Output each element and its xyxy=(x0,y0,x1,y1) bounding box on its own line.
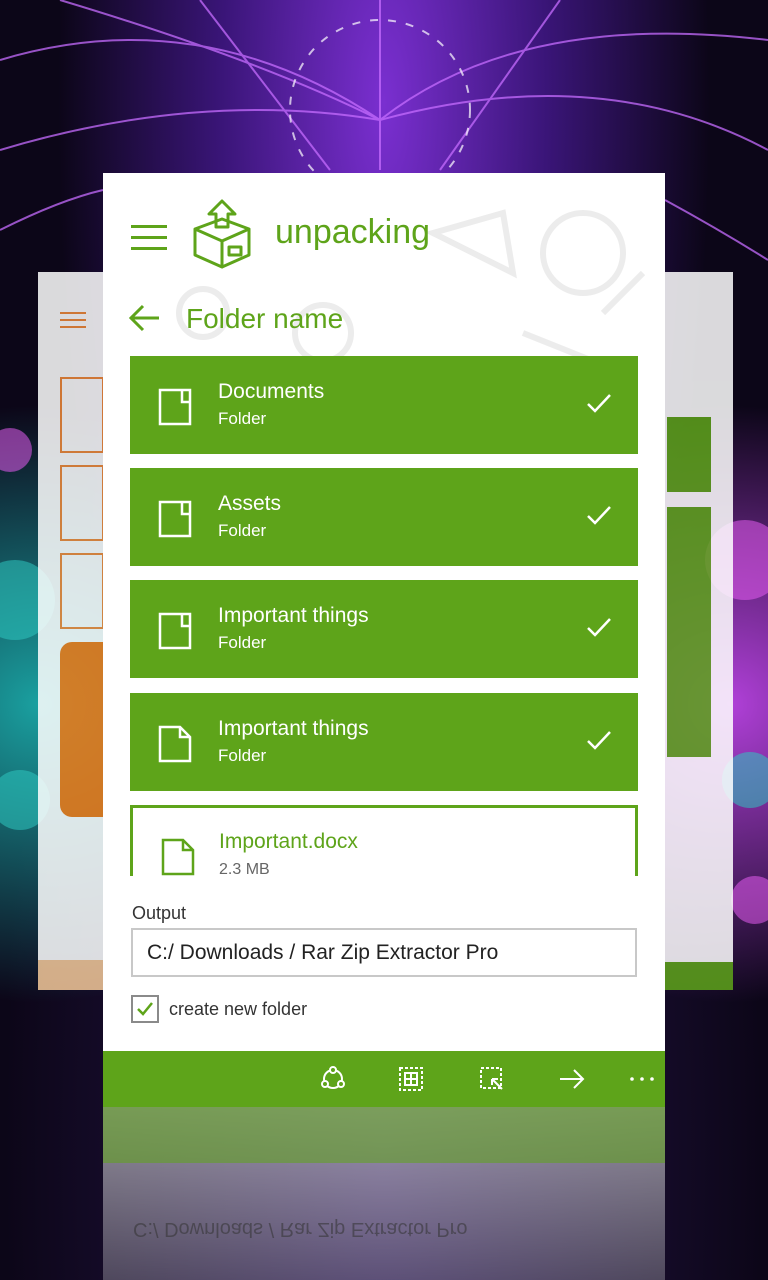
list-item-folder[interactable]: Important things Folder xyxy=(130,580,638,678)
create-folder-label: create new folder xyxy=(169,999,308,1019)
item-name: Documents xyxy=(218,380,325,403)
card-reflection: C:/ Downloads / Rar Zip Extractor Pro xyxy=(103,1107,665,1280)
page-title-bar: Folder name xyxy=(103,293,665,348)
item-size: 2.3 MB xyxy=(219,861,270,876)
create-folder-checkbox[interactable] xyxy=(131,995,159,1023)
package-logo-icon xyxy=(193,199,251,269)
folder-icon xyxy=(158,388,192,426)
document-icon xyxy=(161,838,195,876)
item-type: Folder xyxy=(218,521,267,540)
list-item-file[interactable]: Important.docx 2.3 MB xyxy=(130,805,638,876)
item-list: Documents Folder Assets Folder Important… xyxy=(130,356,638,876)
app-brand-name: unpacking xyxy=(275,213,431,251)
item-type: Folder xyxy=(218,633,267,652)
output-path-field[interactable] xyxy=(131,928,637,977)
checkmark-icon xyxy=(587,731,611,750)
select-items-icon[interactable] xyxy=(478,1065,506,1093)
checkmark-icon xyxy=(587,618,611,637)
item-type: Folder xyxy=(218,746,267,765)
item-name: Assets xyxy=(218,492,282,515)
checkmark-icon xyxy=(587,394,611,413)
folder-icon xyxy=(158,500,192,538)
list-item-folder[interactable]: Important things Folder xyxy=(130,693,638,791)
folder-icon xyxy=(158,612,192,650)
list-item-folder[interactable]: Assets Folder xyxy=(130,468,638,566)
more-icon[interactable] xyxy=(628,1065,656,1093)
app-header: unpacking xyxy=(103,173,665,293)
app-bar xyxy=(103,1051,665,1107)
back-arrow-icon[interactable] xyxy=(127,301,161,335)
document-icon xyxy=(158,725,192,763)
checkmark-icon xyxy=(587,506,611,525)
select-all-icon[interactable] xyxy=(397,1065,425,1093)
output-label: Output xyxy=(132,903,187,923)
share-icon[interactable] xyxy=(319,1065,347,1093)
extract-arrow-icon[interactable] xyxy=(558,1065,586,1093)
page-title: Folder name xyxy=(186,303,344,334)
main-app-window: unpacking Folder name Documents Folder A… xyxy=(103,173,665,1107)
item-name: Important things xyxy=(218,717,369,740)
item-type: Folder xyxy=(218,409,267,428)
checkmark-icon xyxy=(137,1002,153,1016)
hamburger-icon[interactable] xyxy=(131,225,167,251)
item-name: Important.docx xyxy=(219,830,358,853)
list-item-folder[interactable]: Documents Folder xyxy=(130,356,638,454)
reflection-output-path: C:/ Downloads / Rar Zip Extractor Pro xyxy=(133,1218,468,1240)
item-name: Important things xyxy=(218,604,369,627)
